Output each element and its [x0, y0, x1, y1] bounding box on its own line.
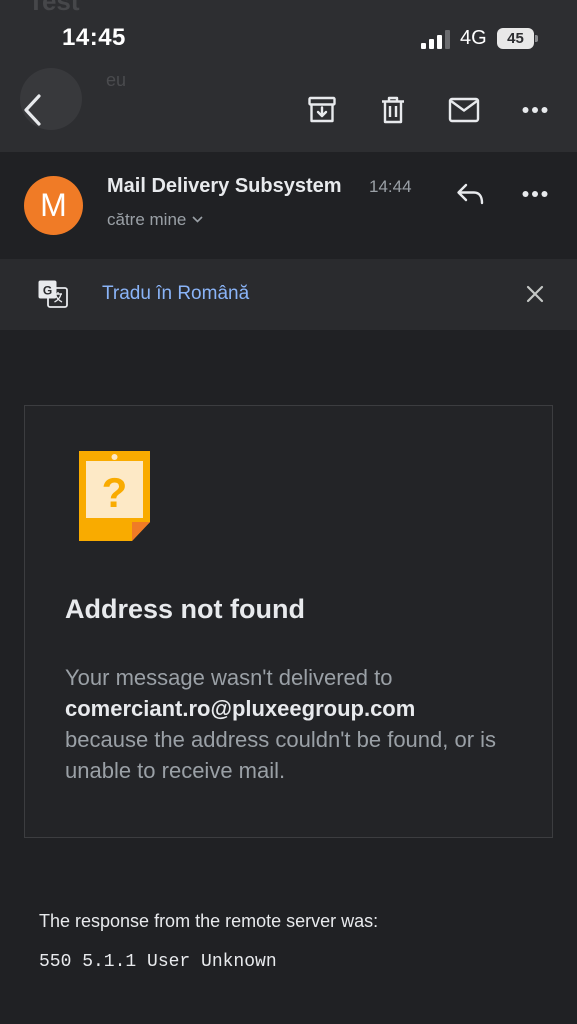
- message-time: 14:44: [369, 177, 412, 196]
- error-message-prefix: Your message wasn't delivered to: [65, 665, 393, 690]
- signal-icon: [421, 29, 453, 49]
- status-time: 14:45: [62, 24, 126, 51]
- message-more-button[interactable]: [513, 172, 557, 216]
- server-response-code: 550 5.1.1 User Unknown: [39, 952, 277, 972]
- delivery-error-card: ? Address not found Your message wasn't …: [24, 405, 553, 838]
- more-horizontal-icon: [522, 191, 548, 197]
- battery-icon: 45: [497, 28, 534, 49]
- network-type: 4G: [460, 27, 487, 49]
- svg-text:?: ?: [102, 469, 128, 516]
- dismiss-translate-button[interactable]: [513, 272, 557, 316]
- battery-tip: [535, 35, 538, 42]
- chevron-down-icon: [192, 216, 203, 223]
- mail-icon: [448, 97, 480, 123]
- delete-button[interactable]: [371, 88, 415, 132]
- recipient-label: către mine: [107, 210, 187, 229]
- more-options-button[interactable]: [513, 88, 557, 132]
- recipient-toggle[interactable]: către mine: [107, 210, 203, 230]
- mark-unread-button[interactable]: [442, 88, 486, 132]
- background-subject: Test: [28, 0, 80, 16]
- error-message-suffix: because the address couldn't be found, o…: [65, 727, 497, 783]
- back-button[interactable]: [11, 88, 55, 132]
- error-title: Address not found: [65, 594, 305, 624]
- translate-bar: G Tradu în Română: [0, 259, 577, 330]
- archive-button[interactable]: [300, 88, 344, 132]
- warning-note-icon: ?: [79, 451, 150, 541]
- sender-avatar[interactable]: M: [24, 176, 83, 235]
- translate-icon: G: [38, 280, 68, 308]
- translate-link[interactable]: Tradu în Română: [102, 283, 249, 305]
- trash-icon: [382, 96, 404, 124]
- arrow-left-icon: [24, 94, 41, 126]
- svg-text:G: G: [43, 284, 52, 298]
- more-horizontal-icon: [522, 107, 548, 113]
- background-sender: eu: [106, 70, 127, 90]
- error-message: Your message wasn't delivered to comerci…: [65, 662, 525, 786]
- sender-name: Mail Delivery Subsystem: [107, 175, 342, 197]
- reply-icon: [457, 183, 484, 205]
- server-response-label: The response from the remote server was:: [39, 911, 379, 931]
- archive-icon: [308, 96, 336, 123]
- close-icon: [526, 285, 544, 303]
- reply-button[interactable]: [448, 172, 492, 216]
- failed-recipient-email[interactable]: comerciant.ro@pluxeegroup.com: [65, 693, 525, 724]
- top-app-bar: Test eu 14:45 4G 45: [0, 0, 577, 152]
